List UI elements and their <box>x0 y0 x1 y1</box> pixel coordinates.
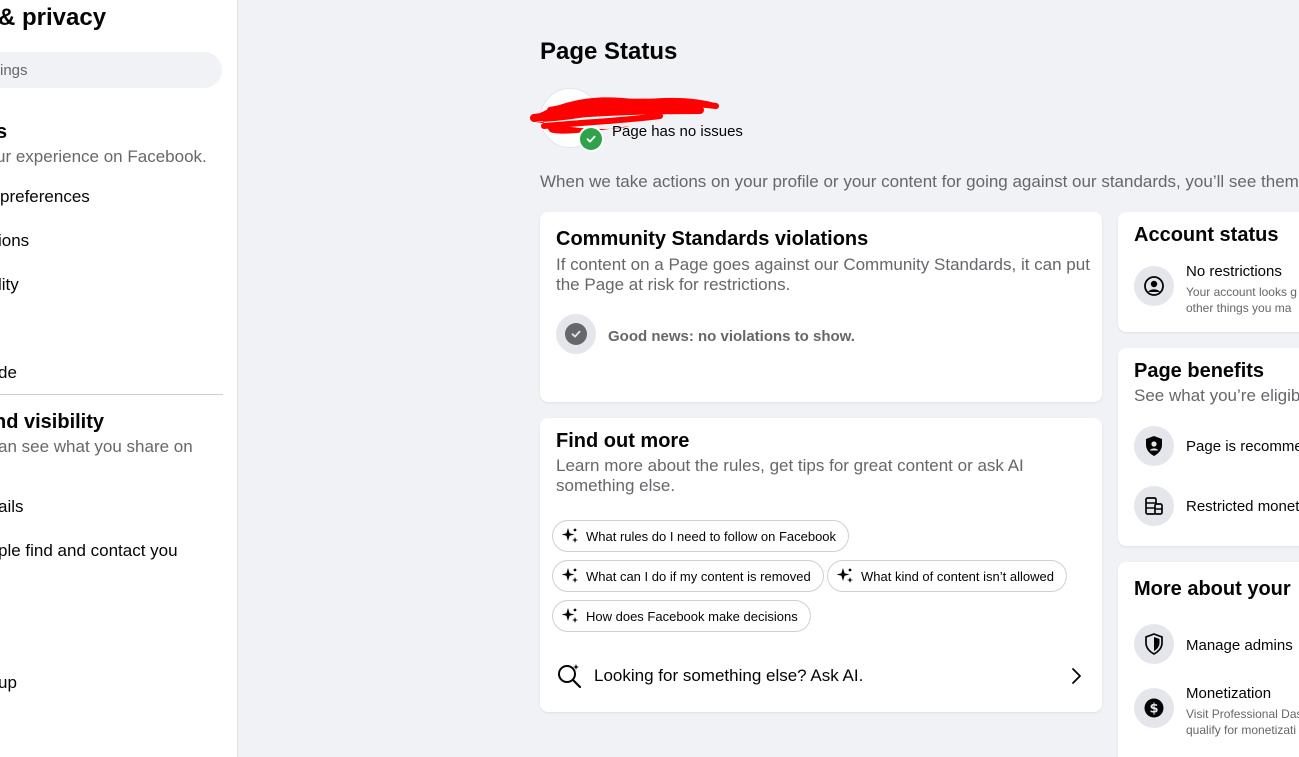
monetization-link[interactable]: Monetization <box>1186 685 1271 702</box>
shield-person-icon <box>1134 426 1174 466</box>
ask-ai-search-icon <box>558 664 582 689</box>
benefit-restricted-monetization[interactable]: Restricted monet <box>1186 498 1299 515</box>
search-placeholder: ings <box>0 61 28 79</box>
sidebar-item-find-contact[interactable]: ple find and contact you <box>0 541 178 561</box>
sidebar-item-up[interactable]: up <box>0 673 17 693</box>
ask-ai-row[interactable]: Looking for something else? Ask AI. <box>556 658 1086 694</box>
person-circle-icon <box>1134 266 1174 306</box>
chip-label: What can I do if my content is removed <box>586 568 811 584</box>
ask-ai-label: Looking for something else? Ask AI. <box>594 666 864 685</box>
chevron-right-icon <box>1072 668 1081 684</box>
sparkle-icon <box>561 568 578 583</box>
page-benefits-subtitle: See what you’re eligib <box>1134 386 1299 405</box>
sidebar-section-subtitle: ur experience on Facebook. <box>0 147 207 166</box>
shield-icon <box>1134 624 1174 664</box>
ai-prompt-chip-decisions[interactable]: How does Facebook make decisions <box>552 600 811 632</box>
violations-card: Community Standards violations If conten… <box>540 212 1102 402</box>
account-status-card: Account status No restrictions Your acco… <box>1118 212 1299 332</box>
page-status-intro: When we take actions on your profile or … <box>540 172 1299 191</box>
page-status-text: Page has no issues <box>612 123 743 140</box>
find-out-more-description: Learn more about the rules, get tips for… <box>556 456 1024 495</box>
settings-sidebar: & privacy ings s ur experience on Facebo… <box>0 0 238 757</box>
page-benefits-title: Page benefits <box>1134 360 1265 382</box>
sidebar-item-accessibility[interactable]: lity <box>0 275 19 295</box>
no-violations-text: Good news: no violations to show. <box>608 328 855 345</box>
page-title: Page Status <box>540 38 678 65</box>
sidebar-item-preferences[interactable]: preferences <box>0 187 90 207</box>
sidebar-section-title-visibility: nd visibility <box>0 411 105 433</box>
sparkle-icon <box>836 568 853 583</box>
check-circle-icon <box>578 126 604 152</box>
find-out-more-card: Find out more Learn more about the rules… <box>540 418 1102 712</box>
no-restrictions-label[interactable]: No restrictions <box>1186 263 1282 280</box>
ai-prompt-chip-not-allowed[interactable]: What kind of content isn’t allowed <box>827 560 1067 592</box>
monetization-desc-1: Visit Professional Das <box>1186 707 1299 721</box>
account-status-desc-2: other things you ma <box>1186 301 1292 315</box>
manage-admins-link[interactable]: Manage admins <box>1186 637 1293 654</box>
sidebar-item-notifications[interactable]: ions <box>0 231 29 251</box>
ai-prompt-chip-rules[interactable]: What rules do I need to follow on Facebo… <box>552 520 850 552</box>
sidebar-divider <box>0 394 223 395</box>
coins-icon <box>1134 486 1174 526</box>
account-status-desc-1: Your account looks g <box>1186 285 1297 299</box>
chip-label: What rules do I need to follow on Facebo… <box>586 528 837 544</box>
monetization-desc-2: qualify for monetizati <box>1186 723 1297 737</box>
sidebar-item-details[interactable]: ails <box>0 497 24 517</box>
sparkle-icon <box>561 528 578 543</box>
check-circle-icon <box>556 314 596 354</box>
find-out-more-title: Find out more <box>556 430 690 452</box>
chip-label: How does Facebook make decisions <box>586 608 798 624</box>
more-about-title: More about your <box>1134 578 1291 600</box>
account-status-title: Account status <box>1134 224 1279 246</box>
svg-text:$: $ <box>1149 702 1158 717</box>
chip-label: What kind of content isn’t allowed <box>861 568 1054 584</box>
more-about-card: More about your Manage admins $ Monetiza… <box>1118 562 1299 757</box>
violations-description: If content on a Page goes against our Co… <box>556 255 1090 294</box>
page-benefits-card: Page benefits See what you’re eligib Pag… <box>1118 348 1299 546</box>
search-settings-input[interactable]: ings <box>0 52 222 88</box>
violations-title: Community Standards violations <box>556 228 869 250</box>
dollar-icon: $ <box>1134 688 1174 728</box>
sparkle-icon <box>561 608 578 623</box>
sidebar-item-mode[interactable]: de <box>0 363 17 383</box>
sidebar-section-subtitle-visibility: an see what you share on <box>0 437 193 456</box>
ai-prompt-chip-removed[interactable]: What can I do if my content is removed <box>552 560 824 592</box>
sidebar-section-title-preferences: s <box>0 121 7 144</box>
sidebar-title: & privacy <box>0 4 107 31</box>
benefit-recommended[interactable]: Page is recomme <box>1186 438 1299 455</box>
